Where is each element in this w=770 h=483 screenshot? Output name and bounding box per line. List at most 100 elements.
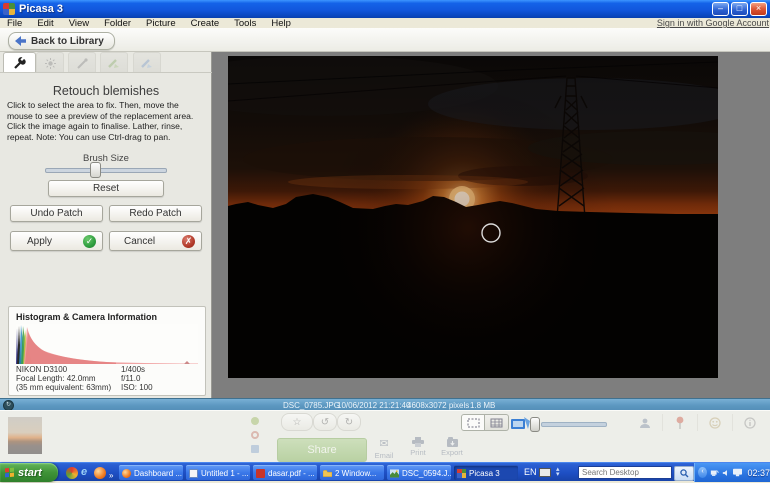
status-filename: DSC_0785.JPG [283, 401, 340, 410]
search-desktop-input[interactable] [578, 466, 672, 479]
taskbar-clock: 02:37 [747, 468, 770, 478]
status-filesize: 1.8 MB [470, 401, 495, 410]
internet-explorer-icon[interactable]: e [81, 466, 87, 478]
close-button[interactable] [750, 2, 767, 16]
language-indicator[interactable]: EN [524, 467, 537, 477]
upload-blue-icon[interactable] [251, 445, 259, 453]
green-brush-icon [108, 58, 120, 69]
print-label: Print [410, 448, 425, 457]
histogram-card: Histogram & Camera Information NIKON D31… [8, 306, 206, 396]
tray-tools-group [628, 414, 767, 431]
camera-model: NIKON D3100 [16, 365, 67, 374]
task-label: dasar.pdf - ... [268, 469, 315, 478]
reset-label: Reset [93, 183, 119, 194]
cancel-label: Cancel [124, 236, 155, 247]
chrome-icon[interactable] [66, 467, 78, 479]
firefox-icon [122, 469, 131, 478]
tag-red-icon[interactable] [251, 431, 259, 439]
menu-file[interactable]: File [7, 18, 22, 29]
back-to-library-button[interactable]: Back to Library [8, 32, 115, 50]
status-datetime: 10/06/2012 21:21:40 [337, 401, 410, 410]
cancel-button[interactable]: Cancel [109, 231, 202, 251]
volume-tray-icon[interactable] [722, 468, 730, 478]
reset-button[interactable]: Reset [48, 180, 164, 197]
task-label: Dashboard ... [134, 469, 182, 478]
menu-tools[interactable]: Tools [234, 18, 256, 29]
photo-workspace [212, 52, 770, 398]
zoom-slider-handle[interactable] [530, 417, 540, 432]
redo-patch-label: Redo Patch [129, 208, 181, 219]
actual-size-button[interactable] [485, 414, 509, 431]
print-button[interactable]: Print [402, 437, 434, 463]
maximize-button[interactable] [731, 2, 748, 16]
keyboard-layout-icon[interactable] [539, 468, 551, 477]
brush-size-label: Brush Size [0, 153, 212, 164]
rotate-ccw-button[interactable] [313, 413, 337, 431]
fit-view-icon [467, 418, 480, 428]
picasa-logo-icon [3, 3, 15, 15]
task-image-viewer[interactable]: DSC_0594.J... [387, 465, 451, 480]
task-dashboard[interactable]: Dashboard ... [119, 465, 183, 480]
properties-button[interactable] [732, 414, 767, 431]
menu-view[interactable]: View [69, 18, 89, 29]
start-label: start [18, 467, 42, 479]
undo-patch-button[interactable]: Undo Patch [10, 205, 103, 222]
places-button[interactable] [662, 414, 697, 431]
people-button[interactable] [628, 414, 662, 431]
tab-effects-3[interactable] [133, 52, 161, 73]
photo-canvas[interactable] [228, 56, 718, 378]
ground-reflection [228, 56, 718, 378]
tray-collapse-icon[interactable] [698, 467, 707, 478]
brush-size-slider-track[interactable] [45, 168, 167, 173]
focal-length: Focal Length: 42.0mm [16, 374, 96, 383]
menu-create[interactable]: Create [191, 18, 220, 29]
cancel-x-icon [182, 235, 195, 248]
email-button[interactable]: Email [368, 437, 400, 463]
zoom-slider-track[interactable] [541, 422, 607, 427]
redo-patch-button[interactable]: Redo Patch [109, 205, 202, 222]
collage-icon[interactable] [511, 416, 531, 430]
sign-in-link[interactable]: Sign in with Google Account [657, 18, 769, 28]
wireless-tray-icon[interactable] [710, 468, 719, 478]
start-button[interactable]: start [0, 463, 58, 482]
task-explorer-windows[interactable]: 2 Window... [320, 465, 384, 480]
task-picasa[interactable]: Picasa 3 [454, 465, 518, 480]
tab-effects-1[interactable] [68, 52, 96, 73]
firefox-quicklaunch-icon[interactable] [94, 467, 106, 479]
share-button[interactable]: Share [277, 438, 367, 462]
task-dasar-pdf[interactable]: dasar.pdf - ... [253, 465, 317, 480]
brush-icon [77, 58, 88, 69]
back-to-library-label: Back to Library [31, 36, 104, 47]
brush-size-slider-handle[interactable] [90, 162, 101, 178]
shutter-speed: 1/400s [121, 365, 145, 374]
tags-button[interactable] [697, 414, 732, 431]
print-icon [412, 437, 424, 447]
quicklaunch-overflow-icon[interactable] [109, 465, 113, 483]
menu-edit[interactable]: Edit [37, 18, 53, 29]
menu-bar: File Edit View Folder Picture Create Too… [0, 18, 770, 28]
star-button[interactable] [281, 413, 313, 431]
fit-view-button[interactable] [461, 414, 485, 431]
tab-effects-2[interactable] [100, 52, 128, 73]
menu-folder[interactable]: Folder [104, 18, 131, 29]
menu-help[interactable]: Help [271, 18, 291, 29]
rotate-cw-button[interactable] [337, 413, 361, 431]
language-options-icon[interactable]: ▴▾ [556, 467, 560, 477]
back-arrow-icon [15, 36, 26, 46]
picasa-toolbar: Back to Library Play A A B A A [0, 28, 770, 52]
menu-picture[interactable]: Picture [146, 18, 176, 29]
minimize-button[interactable] [712, 2, 729, 16]
display-tray-icon[interactable] [733, 468, 742, 477]
focal-equivalent: (35 mm equivalent: 63mm) [16, 383, 111, 392]
tray-photo-thumbnail[interactable] [8, 417, 42, 454]
tab-tuning[interactable] [36, 52, 64, 73]
pin-green-icon[interactable] [251, 417, 259, 425]
apply-button[interactable]: Apply [10, 231, 103, 251]
task-label: 2 Window... [335, 469, 376, 478]
task-untitled-writer[interactable]: Untitled 1 - ... [186, 465, 250, 480]
search-button[interactable] [674, 466, 694, 481]
picasa-task-icon [457, 469, 466, 478]
image-viewer-icon [390, 469, 399, 478]
tab-basic-fixes[interactable] [3, 52, 36, 73]
export-button[interactable]: Export [436, 437, 468, 463]
